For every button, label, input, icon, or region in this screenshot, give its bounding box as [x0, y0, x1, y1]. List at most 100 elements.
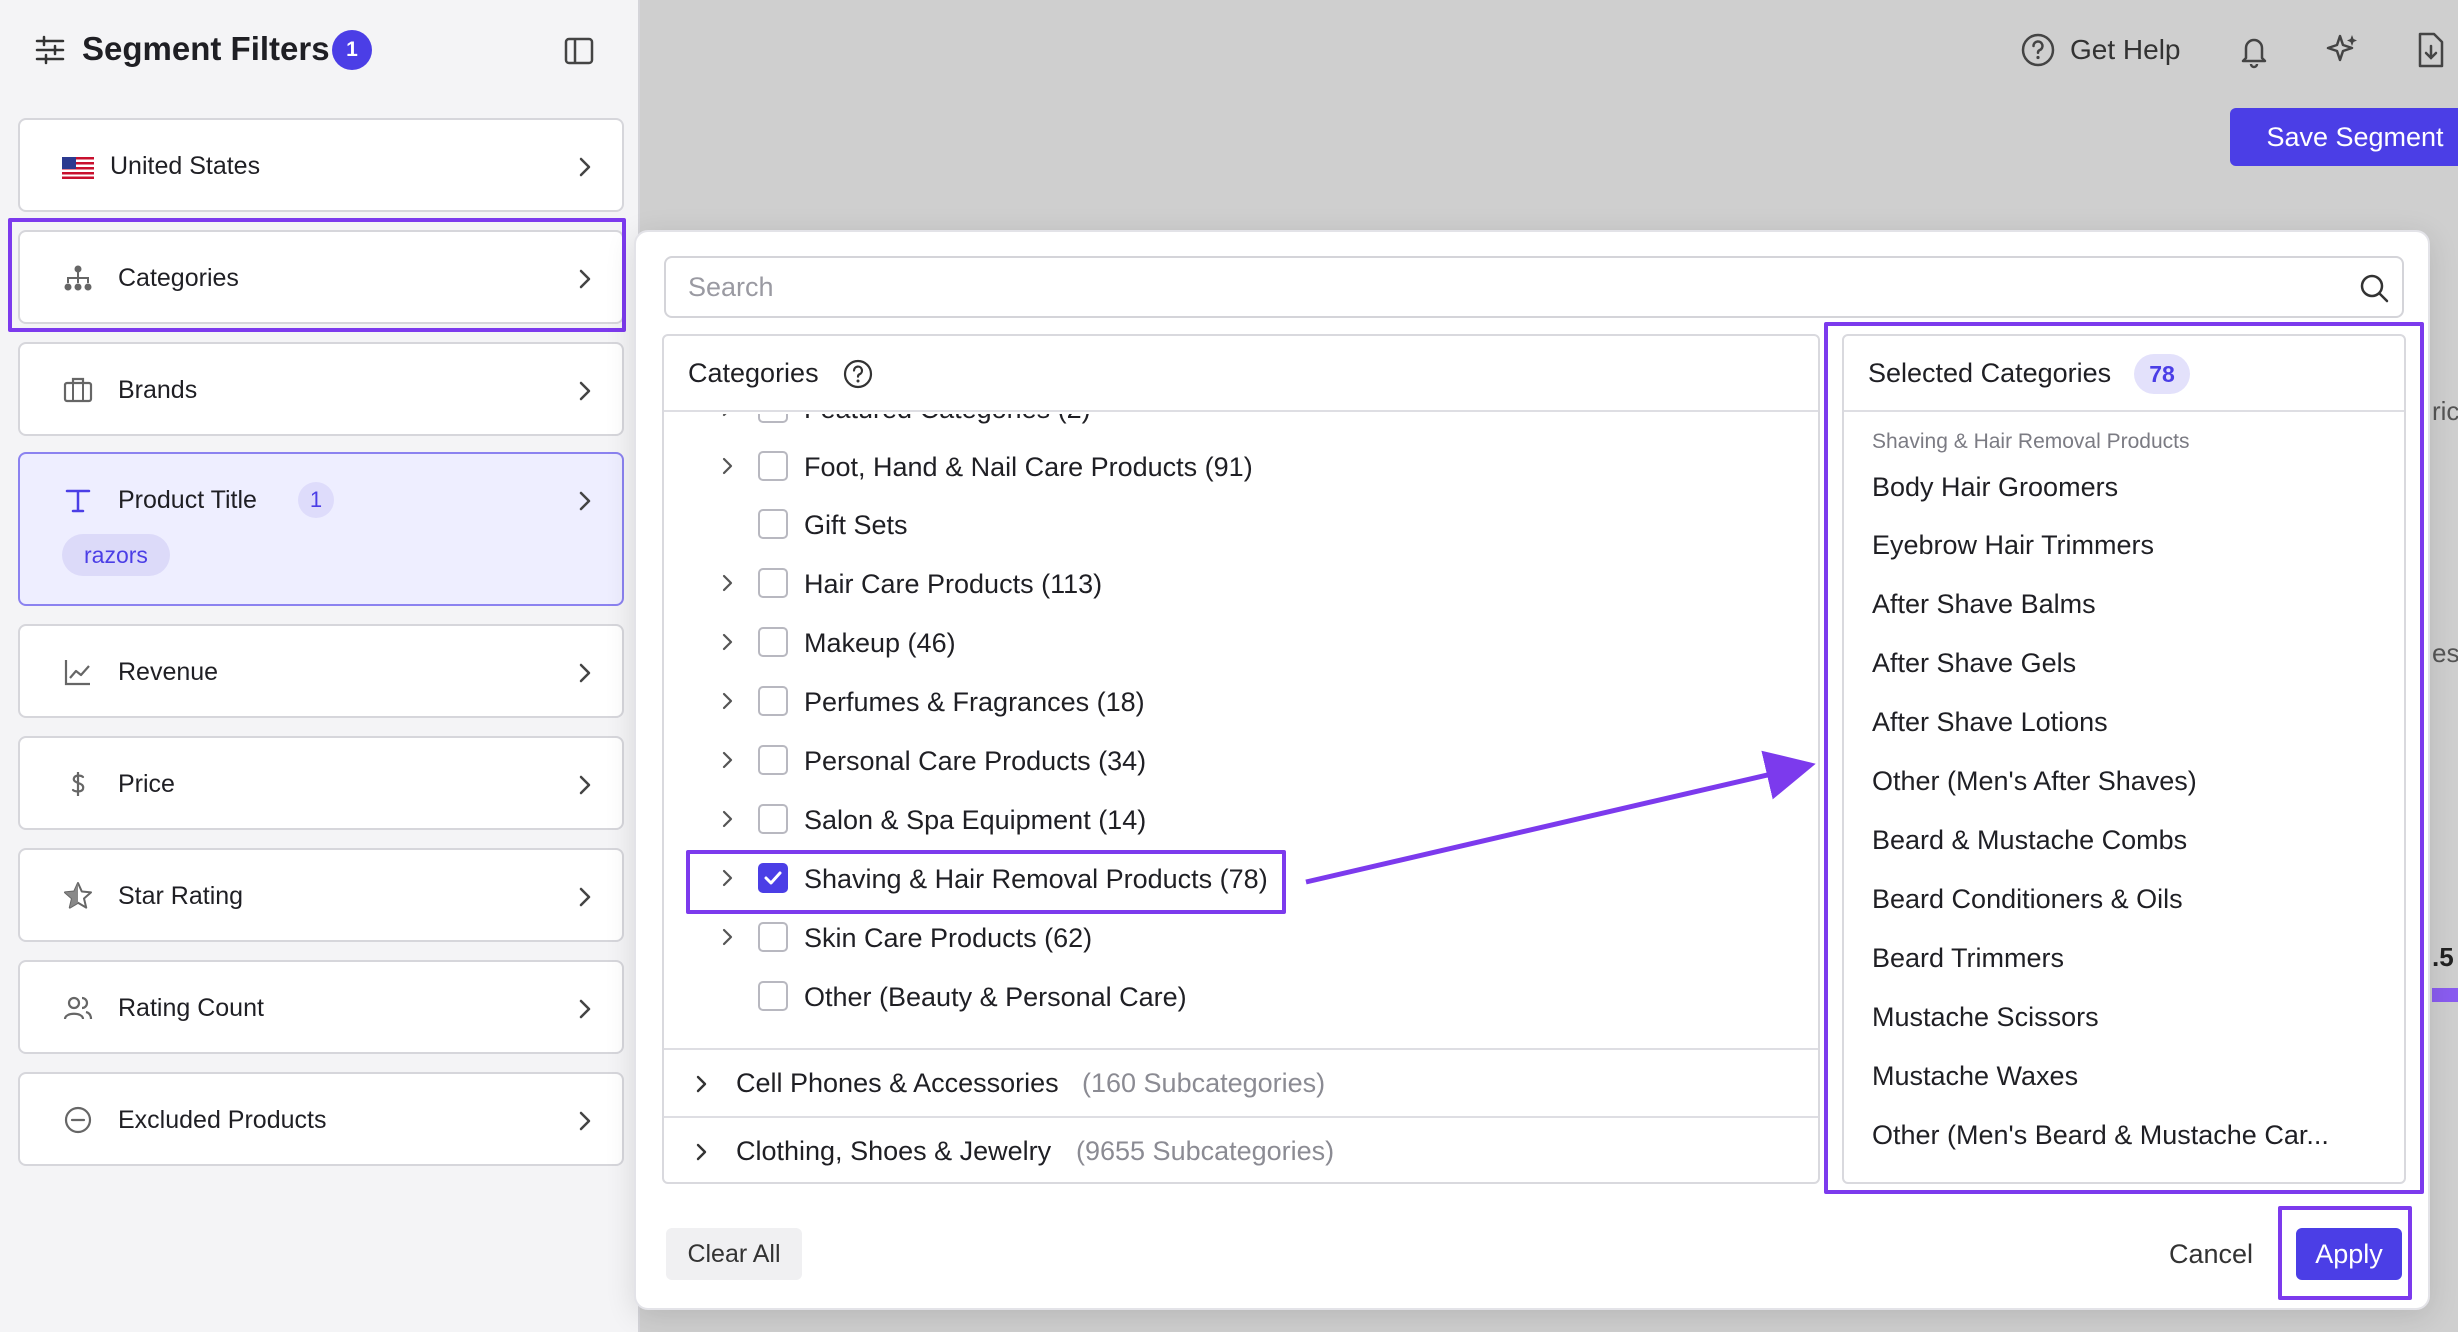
category-label: Gift Sets [804, 510, 908, 540]
chevron-right-icon[interactable] [716, 807, 740, 831]
chevron-right-icon[interactable] [716, 630, 740, 654]
collapse-panel-icon[interactable] [562, 34, 596, 68]
chevron-right-icon[interactable] [716, 571, 740, 595]
category-checkbox-checked[interactable] [758, 863, 788, 893]
sparkle-icon[interactable] [2322, 30, 2362, 70]
category-checkbox[interactable] [758, 981, 788, 1011]
clear-all-button[interactable]: Clear All [666, 1228, 802, 1280]
filter-card-rating-count[interactable]: Rating Count [18, 960, 624, 1054]
category-checkbox[interactable] [758, 686, 788, 716]
us-flag-icon [62, 157, 94, 179]
selected-categories-panel: Selected Categories 78 Shaving & Hair Re… [1842, 334, 2406, 1184]
subcategory-count: (9655 Subcategories) [1076, 1136, 1335, 1166]
category-label: Salon & Spa Equipment (14) [804, 805, 1147, 835]
filter-card-product-title[interactable]: Product Title 1 razors [18, 452, 624, 606]
category-row[interactable]: Featured Categories (2) [664, 414, 1818, 438]
selected-item: After Shave Balms [1872, 589, 2096, 619]
category-checkbox[interactable] [758, 745, 788, 775]
chevron-right-icon [579, 887, 591, 907]
category-row-selected[interactable]: Shaving & Hair Removal Products (78) [664, 850, 1818, 908]
chevron-right-icon[interactable] [716, 748, 740, 772]
selected-item: Other (Men's Beard & Mustache Car... [1872, 1120, 2329, 1150]
category-row[interactable]: Salon & Spa Equipment (14) [664, 791, 1818, 849]
trend-chart-icon [64, 660, 90, 686]
filter-card-country[interactable]: United States [18, 118, 624, 212]
search-input[interactable] [686, 258, 2326, 316]
category-label: Featured Categories (2) [804, 414, 1091, 425]
category-row[interactable]: Personal Care Products (34) [664, 732, 1818, 790]
filter-count-badge: 1 [332, 30, 372, 70]
category-checkbox[interactable] [758, 922, 788, 952]
help-circle-icon[interactable] [842, 358, 874, 390]
category-label: Skin Care Products (62) [804, 923, 1093, 953]
category-group-row[interactable]: Clothing, Shoes & Jewelry (9655 Subcateg… [664, 1116, 1818, 1182]
chevron-right-icon[interactable] [716, 689, 740, 713]
chevron-right-icon [579, 1111, 591, 1131]
category-checkbox[interactable] [758, 627, 788, 657]
apply-button[interactable]: Apply [2296, 1228, 2402, 1280]
save-segment-button[interactable]: Save Segment [2230, 108, 2458, 166]
category-checkbox[interactable] [758, 509, 788, 539]
category-row[interactable]: Other (Beauty & Personal Care) [664, 968, 1818, 1026]
chevron-right-icon [579, 491, 591, 511]
filter-card-revenue[interactable]: Revenue [18, 624, 624, 718]
minus-circle-icon [64, 1106, 92, 1134]
sidebar-header: Segment Filters 1 [0, 0, 640, 100]
category-row[interactable]: Hair Care Products (113) [664, 555, 1818, 613]
selected-panel-header: Selected Categories 78 [1844, 336, 2404, 412]
category-label: Personal Care Products (34) [804, 746, 1147, 776]
selected-item: Beard & Mustache Combs [1872, 825, 2188, 855]
filter-card-price[interactable]: Price [18, 736, 624, 830]
chevron-right-icon[interactable] [690, 1072, 714, 1096]
text-t-icon [65, 489, 91, 513]
chevron-right-icon [579, 381, 591, 401]
keyword-chip[interactable]: razors [62, 534, 170, 576]
category-row[interactable]: Foot, Hand & Nail Care Products (91) [664, 438, 1818, 496]
category-checkbox[interactable] [758, 414, 788, 423]
category-group-row[interactable]: Cell Phones & Accessories (160 Subcatego… [664, 1048, 1818, 1116]
category-group-name: Cell Phones & Accessories [736, 1068, 1059, 1098]
category-checkbox[interactable] [758, 568, 788, 598]
cancel-button[interactable]: Cancel [2156, 1228, 2266, 1280]
download-file-icon[interactable] [2410, 30, 2450, 70]
filter-card-brands[interactable]: Brands [18, 342, 624, 436]
filter-label: Brands [118, 376, 198, 404]
categories-modal: Categories Featured Categories (2) Foot,… [634, 230, 2430, 1310]
users-icon [63, 996, 93, 1020]
dollar-icon [71, 772, 85, 796]
selected-item: Mustache Scissors [1872, 1002, 2099, 1032]
category-row[interactable]: Makeup (46) [664, 614, 1818, 672]
selected-item: Mustache Waxes [1872, 1061, 2079, 1091]
chevron-right-icon[interactable] [716, 454, 740, 478]
category-row[interactable]: Perfumes & Fragrances (18) [664, 673, 1818, 731]
filter-card-categories[interactable]: Categories [18, 230, 624, 324]
segment-filters-sidebar: Segment Filters 1 United States Categori… [0, 0, 640, 1332]
chevron-right-icon[interactable] [690, 1140, 714, 1164]
category-checkbox[interactable] [758, 804, 788, 834]
chevron-right-icon [579, 157, 591, 177]
chevron-right-icon[interactable] [716, 414, 740, 420]
selected-item: Other (Men's After Shaves) [1872, 766, 2197, 796]
background-text-fragment: .5 [2432, 942, 2454, 972]
category-row[interactable]: Skin Care Products (62) [664, 909, 1818, 967]
filter-card-excluded-products[interactable]: Excluded Products [18, 1072, 624, 1166]
get-help-button[interactable]: Get Help [2020, 30, 2181, 70]
chevron-right-icon[interactable] [716, 925, 740, 949]
bell-icon[interactable] [2234, 30, 2274, 70]
category-checkbox[interactable] [758, 451, 788, 481]
filter-label: Star Rating [118, 882, 244, 910]
product-title-count-badge: 1 [298, 482, 334, 518]
selected-item: After Shave Gels [1872, 648, 2077, 678]
star-icon [64, 882, 92, 909]
sliders-icon [35, 35, 65, 65]
selected-count-badge: 78 [2134, 354, 2190, 394]
filter-card-star-rating[interactable]: Star Rating [18, 848, 624, 942]
search-icon[interactable] [2358, 272, 2390, 304]
filter-label: Price [118, 770, 175, 798]
selected-group-label: Shaving & Hair Removal Products [1872, 430, 2190, 453]
chevron-right-icon [579, 999, 591, 1019]
selected-item: After Shave Lotions [1872, 707, 2108, 737]
category-tree: Featured Categories (2) Foot, Hand & Nai… [664, 414, 1818, 1050]
category-row[interactable]: Gift Sets [664, 496, 1818, 554]
chevron-right-icon[interactable] [716, 866, 740, 890]
